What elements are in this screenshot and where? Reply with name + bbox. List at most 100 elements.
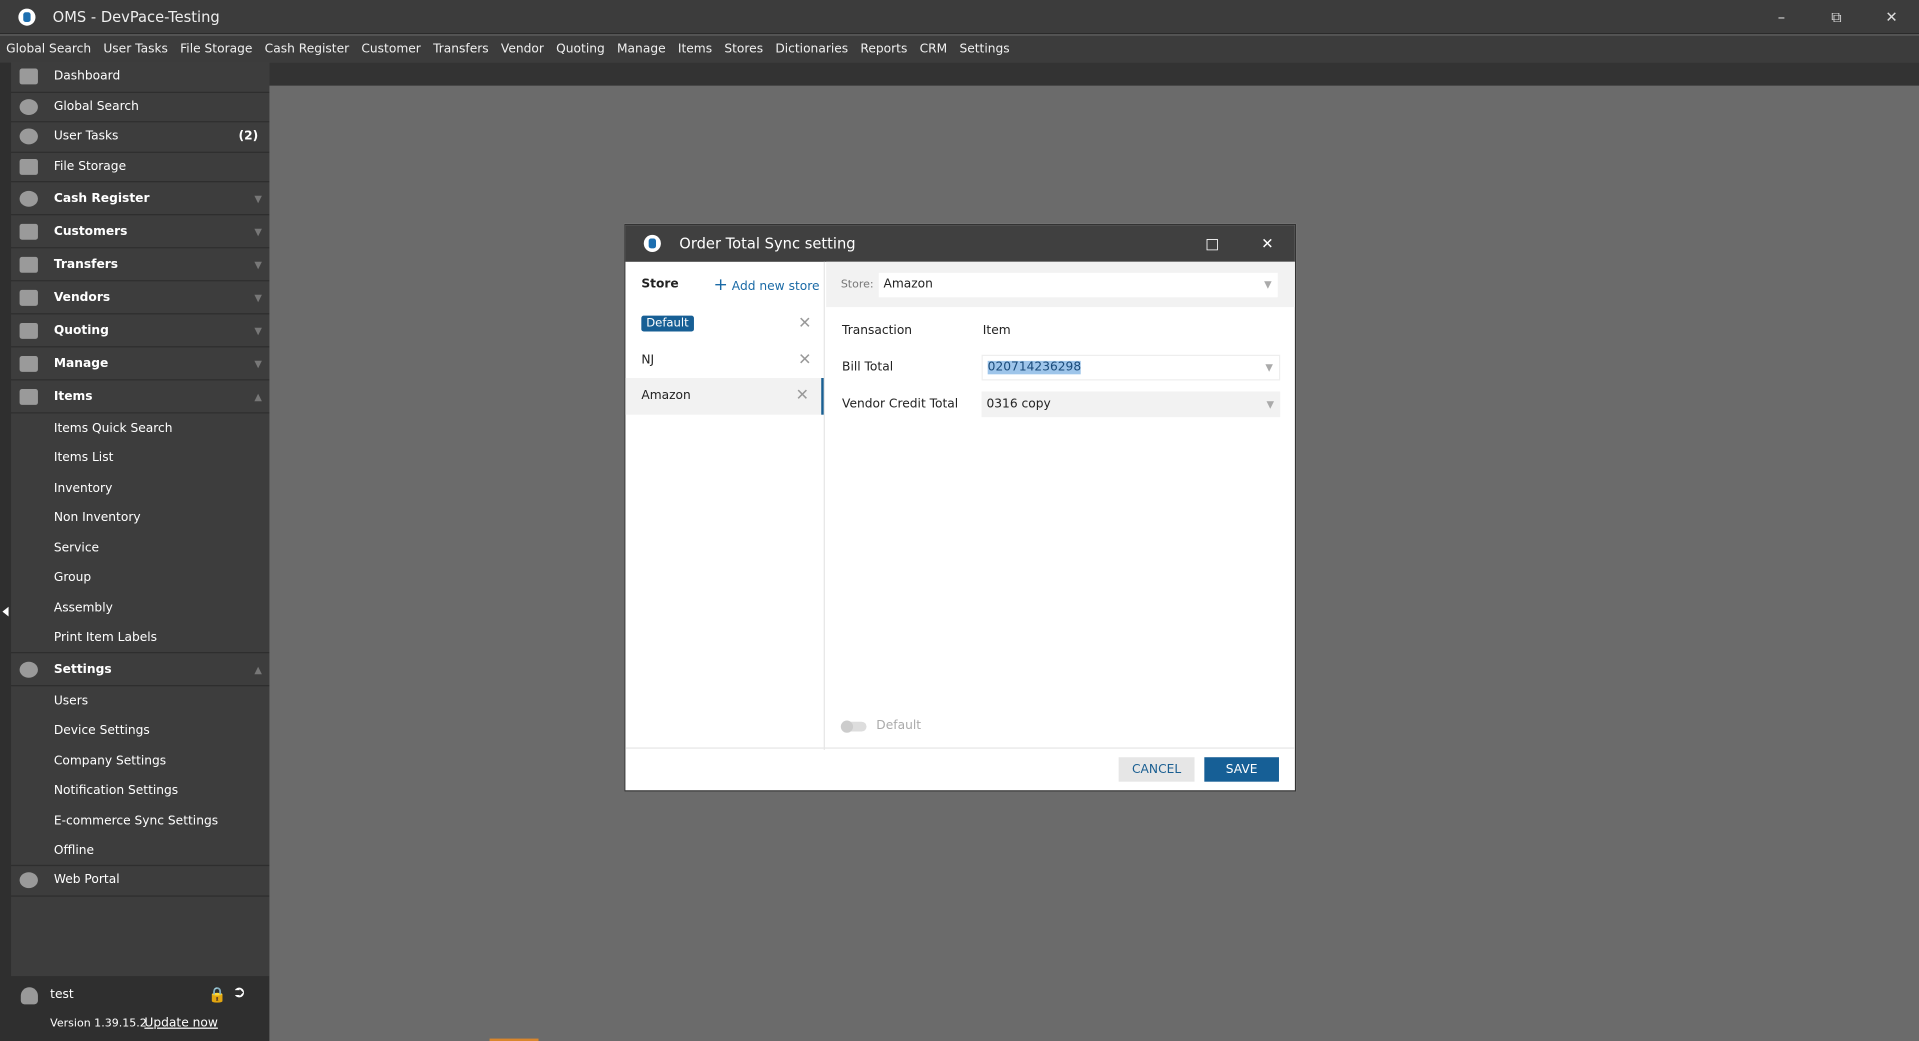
menu-file-storage[interactable]: File Storage xyxy=(180,42,252,55)
chevron-down-icon: ▼ xyxy=(254,192,262,204)
sidebar-item-label: Cash Register xyxy=(53,191,150,205)
dialog-close-button[interactable]: ✕ xyxy=(1240,225,1295,262)
sidebar-item-transfers[interactable]: Transfers ▼ xyxy=(11,248,270,282)
sidebar-item-offline[interactable]: Offline xyxy=(11,836,270,867)
maximize-button[interactable]: □ xyxy=(1185,225,1240,262)
logout-icon[interactable]: ➲ xyxy=(233,984,246,1002)
sidebar-item-file-storage[interactable]: File Storage xyxy=(11,152,270,183)
sidebar-item-notification-settings[interactable]: Notification Settings xyxy=(11,776,269,806)
menu-cash-register[interactable]: Cash Register xyxy=(265,42,349,55)
vendor-credit-item-select[interactable]: 0316 copy ▼ xyxy=(981,390,1281,417)
sidebar-item-device-settings[interactable]: Device Settings xyxy=(11,716,269,746)
remove-store-icon[interactable]: ✕ xyxy=(798,315,811,333)
chevron-down-icon: ▼ xyxy=(254,291,262,303)
menu-vendor[interactable]: Vendor xyxy=(501,42,544,55)
transaction-label: Bill Total xyxy=(842,360,894,374)
sidebar-item-users[interactable]: Users xyxy=(11,686,269,716)
sidebar-item-label: Web Portal xyxy=(53,873,120,888)
store-list-item[interactable]: Default ✕ xyxy=(625,306,823,342)
sidebar-item-user-tasks[interactable]: User Tasks (2) xyxy=(11,122,270,153)
store-select-value: Amazon xyxy=(883,277,933,292)
sidebar-item-label: Vendors xyxy=(53,290,111,304)
search-icon xyxy=(19,98,38,115)
sidebar-item-vendors[interactable]: Vendors ▼ xyxy=(11,281,270,315)
sidebar-item-customers[interactable]: Customers ▼ xyxy=(11,215,270,249)
sidebar-item-assembly[interactable]: Assembly xyxy=(11,593,269,623)
menu-transfers[interactable]: Transfers xyxy=(433,42,489,55)
lock-icon[interactable]: 🔒 xyxy=(208,986,226,1003)
sidebar-item-service[interactable]: Service xyxy=(11,533,269,563)
user-icon xyxy=(20,987,38,1005)
menu-bar: Global Search User Tasks File Storage Cash … xyxy=(0,35,1919,63)
sidebar-item-group[interactable]: Group xyxy=(11,563,269,593)
default-toggle[interactable]: Default xyxy=(840,719,921,733)
menu-customer[interactable]: Customer xyxy=(361,42,420,55)
minimize-button[interactable]: – xyxy=(1754,0,1809,34)
item-value[interactable]: 020714236298 xyxy=(987,360,1082,374)
sidebar-item-inventory[interactable]: Inventory xyxy=(11,473,269,503)
app-logo-icon xyxy=(18,7,36,26)
menu-reports[interactable]: Reports xyxy=(860,42,907,55)
sidebar-item-label: Print Item Labels xyxy=(53,630,158,645)
sidebar-item-items-list[interactable]: Items List xyxy=(11,443,269,473)
add-new-store-button[interactable]: + Add new store xyxy=(714,275,820,295)
customer-icon xyxy=(19,223,38,240)
menu-crm[interactable]: CRM xyxy=(920,42,948,55)
remove-store-icon[interactable]: ✕ xyxy=(796,387,809,405)
chevron-down-icon: ▼ xyxy=(254,225,262,237)
menu-dictionaries[interactable]: Dictionaries xyxy=(775,42,848,55)
user-name: test xyxy=(50,988,74,1002)
sidebar-item-global-search[interactable]: Global Search xyxy=(11,92,270,123)
vendor-icon xyxy=(19,289,38,306)
sidebar-item-company-settings[interactable]: Company Settings xyxy=(11,746,269,776)
sidebar-item-settings[interactable]: Settings ▲ xyxy=(11,653,270,687)
menu-items[interactable]: Items xyxy=(678,42,712,55)
sidebar-item-e-commerce-sync-settings[interactable]: E-commerce Sync Settings xyxy=(11,806,269,836)
sidebar-item-label: Group xyxy=(53,571,92,586)
store-header: Store xyxy=(641,277,679,291)
sidebar-item-cash-register[interactable]: Cash Register ▼ xyxy=(11,182,270,216)
collapse-sidebar-handle[interactable] xyxy=(2,606,9,617)
dialog-logo-icon xyxy=(643,234,661,252)
update-now-link[interactable]: Update now xyxy=(144,1017,217,1030)
sidebar-item-dashboard[interactable]: Dashboard xyxy=(11,62,270,93)
sidebar-item-quoting[interactable]: Quoting ▼ xyxy=(11,314,270,348)
sidebar-item-label: Items Quick Search xyxy=(53,421,173,436)
plus-icon: + xyxy=(713,275,728,295)
menu-settings[interactable]: Settings xyxy=(959,42,1009,55)
tag-icon xyxy=(19,388,38,405)
restore-button[interactable]: ⧉ xyxy=(1809,0,1864,34)
bill-total-item-select[interactable]: 020714236298 ▼ xyxy=(981,354,1281,380)
close-button[interactable]: ✕ xyxy=(1864,0,1919,34)
menu-quoting[interactable]: Quoting xyxy=(556,42,605,55)
sidebar-item-items[interactable]: Items ▲ xyxy=(11,380,270,414)
remove-store-icon[interactable]: ✕ xyxy=(798,351,811,369)
cancel-button[interactable]: CANCEL xyxy=(1118,757,1195,782)
user-panel: test 🔒 ➲ Version 1.39.15.2 Update now xyxy=(0,976,270,1041)
sidebar-item-label: Manage xyxy=(53,356,109,371)
store-list-item[interactable]: NJ ✕ xyxy=(625,342,823,378)
chevron-down-icon: ▼ xyxy=(254,357,262,369)
sidebar-item-label: File Storage xyxy=(53,159,127,174)
menu-manage[interactable]: Manage xyxy=(617,42,666,55)
version-text: Version 1.39.15.2 xyxy=(50,1017,147,1031)
menu-global-search[interactable]: Global Search xyxy=(6,42,91,55)
save-button[interactable]: SAVE xyxy=(1204,757,1279,782)
sidebar-item-non-inventory[interactable]: Non Inventory xyxy=(11,503,269,533)
store-list-item[interactable]: Amazon ✕ xyxy=(625,377,824,415)
gear-icon xyxy=(19,661,38,678)
menu-stores[interactable]: Stores xyxy=(724,42,763,55)
sidebar-item-manage[interactable]: Manage ▼ xyxy=(11,347,270,381)
sidebar-item-items-quick-search[interactable]: Items Quick Search xyxy=(11,413,269,443)
sidebar-item-web-portal[interactable]: Web Portal xyxy=(11,866,270,897)
task-count-badge: (2) xyxy=(238,129,259,144)
chevron-up-icon: ▲ xyxy=(254,390,262,402)
store-label: Store: xyxy=(840,278,874,291)
sidebar-item-print-item-labels[interactable]: Print Item Labels xyxy=(11,623,270,654)
sidebar-item-label: Customers xyxy=(53,224,128,238)
sidebar-item-label: Users xyxy=(53,694,89,708)
store-select[interactable]: Amazon ▼ xyxy=(878,272,1278,297)
toggle-switch[interactable] xyxy=(840,719,867,733)
menu-user-tasks[interactable]: User Tasks xyxy=(103,42,168,55)
sidebar-item-label: Service xyxy=(53,541,100,556)
